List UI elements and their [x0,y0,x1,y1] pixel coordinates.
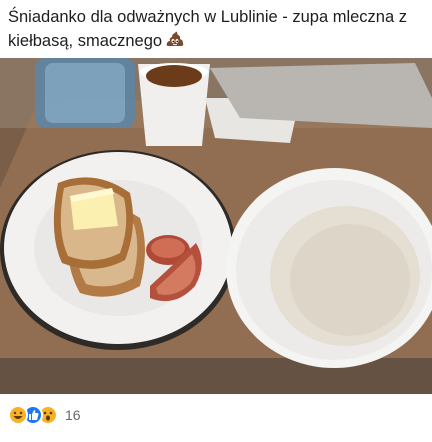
post-text: Śniadanko dla odważnych w Lublinie - zup… [8,6,428,56]
water-bottle [35,58,135,128]
tea-cup [138,63,210,146]
breakfast-plate-photo[interactable] [0,58,432,394]
pile-of-poo-icon [165,29,185,56]
milk-soup-bowl [226,168,432,368]
reaction-count[interactable]: 16 [65,407,81,423]
reactions-bar[interactable]: 16 [8,403,81,427]
post-text-content: Śniadanko dla odważnych w Lublinie - zup… [8,8,407,50]
haha-reaction-icon [8,405,28,425]
